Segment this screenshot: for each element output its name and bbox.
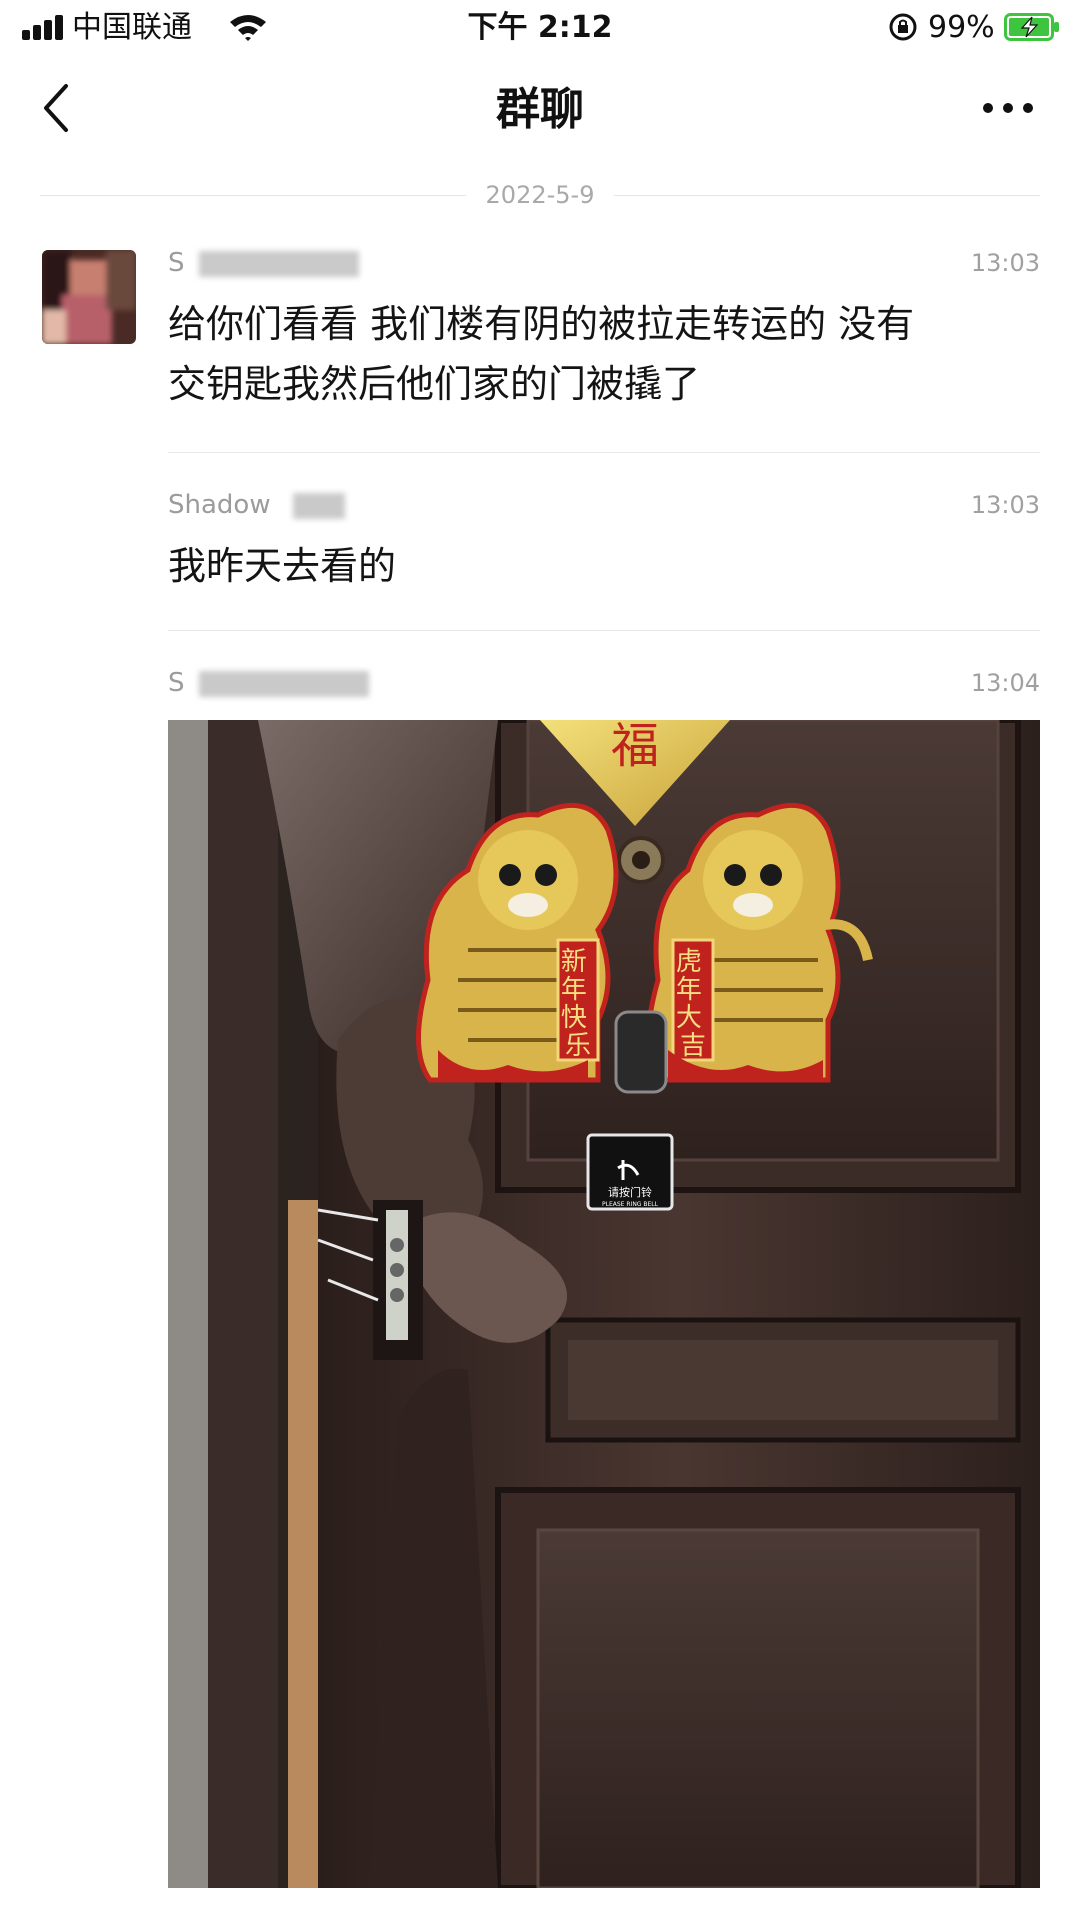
date-label: 2022-5-9 (465, 181, 615, 209)
avatar[interactable] (42, 250, 136, 344)
message-time: 13:04 (970, 669, 1040, 697)
doorbell-label-en: PLEASE RING BELL (602, 1201, 659, 1208)
message-text: 我昨天去看的 (168, 544, 397, 588)
message-3: S 13:04 (168, 666, 1040, 706)
sender-name-redacted (198, 250, 359, 277)
couplet-left-line2: 年 (561, 975, 587, 1005)
status-time: 下午 2:12 (467, 10, 613, 45)
doorbell-label: 请按门铃 (608, 1185, 652, 1199)
couplet-right-text: 虎 年 大 吉 (676, 947, 710, 1061)
message-divider (168, 630, 1040, 631)
sender-name-redacted (198, 670, 369, 697)
couplet-right-line4: 吉 (680, 1031, 706, 1061)
couplet-right-line2: 年 (676, 975, 702, 1005)
ellipsis-icon[interactable] (980, 96, 1036, 120)
message-1: S 13:03 给你们看看 我们楼有阴的被拉走转运的 没有 交钥匙我然后他们家的… (168, 246, 1040, 416)
couplet-left-line3: 快 (561, 1003, 587, 1033)
damaged-door-photo: 福 新 年 快 乐 虎 年 大 吉 请按门铃 PLEASE RING BELL (168, 720, 1040, 1888)
date-divider: 2022-5-9 (40, 178, 1040, 212)
sender-name: S (168, 246, 359, 280)
battery-charging-icon (1004, 13, 1059, 41)
couplet-left-line4: 乐 (565, 1031, 591, 1061)
page-title: 群聊 (496, 84, 584, 135)
couplet-right-line3: 大 (676, 1003, 702, 1033)
message-time: 13:03 (970, 491, 1040, 519)
couplet-left-text: 新 年 快 乐 (561, 947, 595, 1061)
message-photo[interactable]: 福 新 年 快 乐 虎 年 大 吉 请按门铃 PLEASE RING BELL (168, 720, 1040, 1888)
battery-percent: 99% (928, 10, 995, 45)
sender-name: S (168, 666, 369, 700)
nav-bar: 群聊 (0, 60, 1080, 156)
message-divider (168, 452, 1040, 453)
avatar-image (42, 250, 136, 344)
couplet-left-line1: 新 (561, 947, 587, 977)
couplet-right-line1: 虎 (676, 947, 702, 977)
fu-character: 福 (611, 720, 659, 774)
sender-name: Shadow (168, 488, 345, 522)
message-2: Shadow 13:03 我昨天去看的 (168, 488, 1040, 598)
sender-name-redacted (292, 492, 345, 519)
message-text: 给你们看看 我们楼有阴的被拉走转运的 没有 交钥匙我然后他们家的门被撬了 (168, 302, 915, 406)
rotation-lock-icon (889, 13, 917, 41)
message-time: 13:03 (970, 249, 1040, 277)
status-bar: 中国联通 下午 2:12 99% (0, 0, 1080, 56)
